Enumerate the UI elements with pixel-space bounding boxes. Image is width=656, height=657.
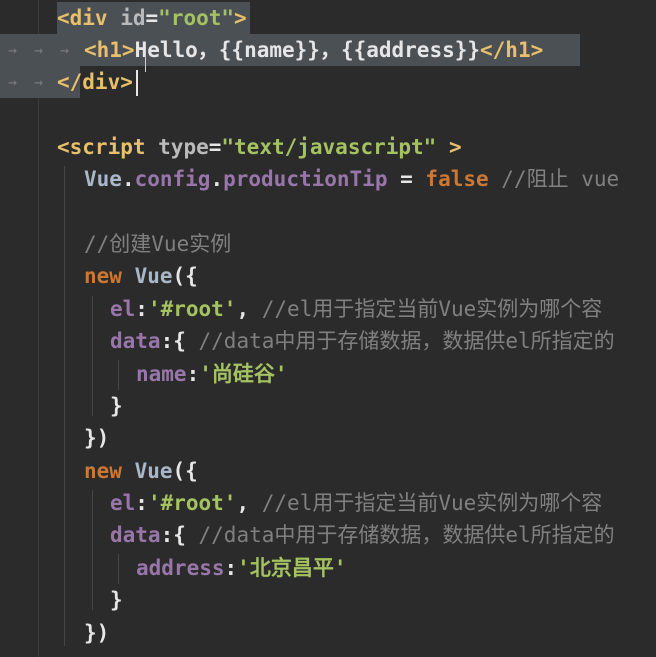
code-token: :: [224, 556, 238, 580]
code-line[interactable]: new Vue({: [84, 455, 198, 487]
code-line[interactable]: </div>: [57, 66, 133, 98]
code-token: new: [84, 264, 135, 288]
code-line[interactable]: el:'#root', //el用于指定当前Vue实例为哪个容: [110, 293, 602, 325]
code-token: :{: [160, 329, 199, 353]
tab-indent-marker: →: [60, 41, 70, 59]
code-line[interactable]: }: [110, 390, 123, 422]
code-line[interactable]: Vue.config.productionTip = false //阻止 vu…: [84, 163, 619, 195]
code-token: //data中用于存储数据，数据供el所指定的: [198, 523, 615, 547]
code-token: //el用于指定当前Vue实例为哪个容: [261, 297, 603, 321]
code-token: }): [84, 426, 110, 450]
code-token: '#root': [147, 297, 237, 321]
code-token: address: [136, 556, 225, 580]
tab-indent-marker: →: [34, 41, 44, 59]
code-token: config: [134, 167, 211, 191]
indent-guide: [92, 490, 93, 610]
code-line[interactable]: data:{ //data中用于存储数据，数据供el所指定的: [110, 519, 615, 551]
code-token: type: [158, 135, 209, 159]
mouse-ibeam-cursor: [145, 54, 146, 72]
code-token: Hello，{{name}}，{{address}}: [134, 38, 481, 62]
code-token: :: [186, 362, 200, 386]
text-cursor: [136, 70, 138, 96]
code-token: //阻止 vue: [488, 167, 620, 191]
code-token: data: [110, 523, 161, 547]
code-line[interactable]: new Vue({: [84, 260, 198, 292]
code-token: ,: [236, 491, 262, 515]
code-line[interactable]: //创建Vue实例: [84, 228, 231, 260]
code-line[interactable]: }): [84, 617, 109, 649]
code-token: }): [84, 621, 110, 645]
code-token: </div>: [57, 70, 133, 94]
code-token: el: [110, 297, 136, 321]
code-token: :: [135, 297, 148, 321]
code-token: ({: [172, 264, 198, 288]
code-token: :{: [160, 523, 199, 547]
code-line[interactable]: <script type="text/javascript" >: [57, 131, 462, 163]
code-token: '尚硅谷': [199, 362, 288, 386]
code-token: el: [110, 491, 136, 515]
indent-guide: [118, 360, 119, 390]
code-line[interactable]: el:'#root', //el用于指定当前Vue实例为哪个容: [110, 487, 602, 519]
code-token: productionTip: [223, 167, 388, 191]
code-line[interactable]: <div id="root">: [57, 2, 247, 34]
indent-guide: [64, 166, 65, 646]
code-editor[interactable]: → → → → → <div id="root"> <h1>Hello，{{name}}，{…: [0, 0, 656, 657]
code-token: :: [135, 491, 148, 515]
code-token: }: [110, 588, 123, 612]
code-line[interactable]: }): [84, 422, 109, 454]
code-token: //创建Vue实例: [84, 232, 232, 256]
code-token: =: [387, 167, 426, 191]
code-token: =: [145, 6, 159, 30]
indent-guide: [118, 554, 119, 584]
code-token: >: [234, 6, 247, 30]
code-token: <script: [57, 135, 159, 159]
code-line[interactable]: <h1>Hello，{{name}}，{{address}}</h1>: [84, 34, 543, 66]
code-token: //data中用于存储数据，数据供el所指定的: [198, 329, 615, 353]
code-token: Vue: [134, 264, 173, 288]
code-token: data: [110, 329, 161, 353]
code-line[interactable]: }: [110, 584, 123, 616]
code-token: }: [110, 394, 123, 418]
code-token: ({: [172, 459, 198, 483]
code-token: "text/javascript": [221, 135, 437, 159]
code-token: <h1>: [84, 38, 135, 62]
code-line[interactable]: name:'尚硅谷': [136, 358, 288, 390]
code-token: false: [425, 167, 489, 191]
indent-guide: [92, 296, 93, 416]
code-token: .: [121, 167, 135, 191]
tab-indent-marker: →: [8, 73, 18, 91]
code-token: '#root': [147, 491, 237, 515]
code-token: //el用于指定当前Vue实例为哪个容: [261, 491, 603, 515]
code-token: .: [210, 167, 224, 191]
code-token: '北京昌平': [237, 556, 347, 580]
code-token: Vue: [134, 459, 173, 483]
code-token: </h1>: [480, 38, 544, 62]
gutter-divider: [38, 0, 39, 657]
code-token: name: [136, 362, 187, 386]
code-token: ,: [236, 297, 262, 321]
code-token: new: [84, 459, 135, 483]
code-token: <div: [57, 6, 121, 30]
tab-indent-marker: →: [8, 41, 18, 59]
code-line[interactable]: address:'北京昌平': [136, 552, 346, 584]
code-token: >: [436, 135, 462, 159]
code-token: Vue: [84, 167, 122, 191]
code-token: =: [208, 135, 222, 159]
code-token: id: [120, 6, 146, 30]
code-line[interactable]: data:{ //data中用于存储数据，数据供el所指定的: [110, 325, 615, 357]
code-token: "root": [158, 6, 235, 30]
tab-indent-marker: →: [34, 73, 44, 91]
